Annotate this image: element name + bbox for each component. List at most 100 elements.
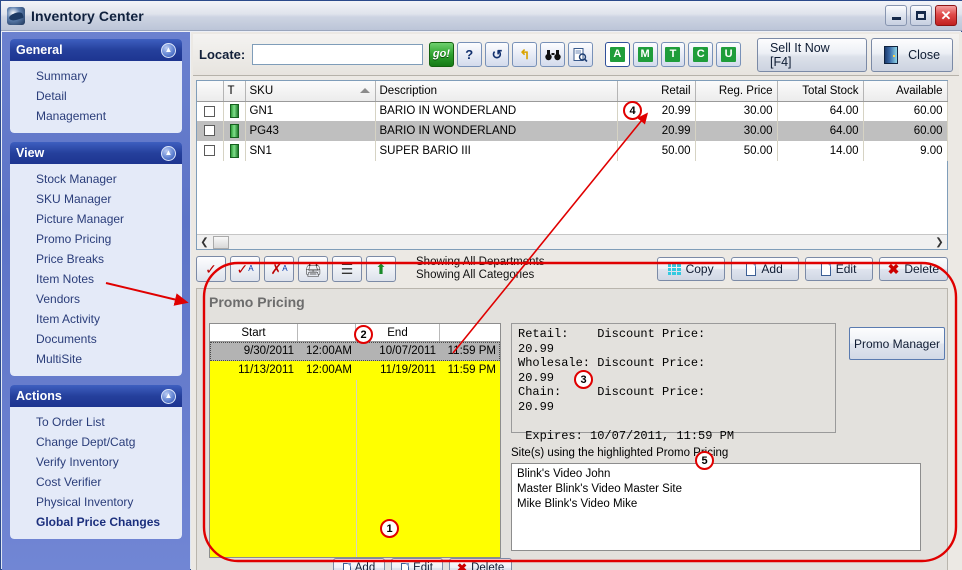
chevron-up-icon[interactable]: ▲ — [161, 388, 176, 404]
grid-horizontal-scrollbar[interactable]: ❮ ❯ — [197, 234, 947, 249]
go-button[interactable]: go! — [428, 42, 454, 67]
sidebar-item-verify-inventory[interactable]: Verify Inventory — [10, 452, 182, 472]
sidebar-item-documents[interactable]: Documents — [10, 329, 182, 349]
sidebar-item-stock-manager[interactable]: Stock Manager — [10, 169, 182, 189]
table-row[interactable]: GN1 BARIO IN WONDERLAND 20.99 30.00 64.0… — [197, 101, 948, 121]
sidebar-item-vendors[interactable]: Vendors — [10, 289, 182, 309]
sidebar-item-physical-inventory[interactable]: Physical Inventory — [10, 492, 182, 512]
inventory-grid[interactable]: T SKU Description Retail Reg. Price Tota… — [196, 80, 948, 250]
table-empty-row — [197, 161, 947, 223]
filter-a-label: A — [609, 47, 625, 62]
table-row[interactable]: PG43 BARIO IN WONDERLAND 20.99 30.00 64.… — [197, 121, 948, 141]
sites-list[interactable]: Blink's Video John Master Blink's Video … — [511, 463, 921, 551]
sidebar-item-management[interactable]: Management — [10, 106, 182, 126]
locate-input[interactable] — [252, 44, 423, 65]
add-button[interactable]: Add — [730, 257, 799, 281]
promo-start-time: 12:00AM — [305, 364, 352, 376]
export-icon[interactable]: ⬆ — [366, 256, 396, 282]
promo-pricing-title: Promo Pricing — [209, 294, 305, 310]
row-checkbox-cell[interactable] — [197, 141, 224, 161]
refresh-icon[interactable]: ↺ — [484, 42, 510, 67]
promo-col-start-time[interactable] — [298, 324, 356, 341]
sidebar-item-to-order-list[interactable]: To Order List — [10, 412, 182, 432]
promo-manager-button[interactable]: Promo Manager — [849, 327, 945, 360]
showing-status: Showing All Departments Showing All Cate… — [416, 256, 544, 282]
col-available[interactable]: Available — [863, 81, 948, 102]
scroll-thumb[interactable] — [213, 235, 229, 249]
sidebar-group-general-header[interactable]: General ▲ — [10, 39, 182, 61]
maximize-button[interactable] — [910, 5, 932, 26]
row-checkbox[interactable] — [204, 105, 216, 117]
chevron-up-icon[interactable]: ▲ — [161, 42, 176, 58]
sidebar-item-multisite[interactable]: MultiSite — [10, 349, 182, 369]
promo-list-item[interactable]: 11/13/2011 12:00AM 11/19/2011 11:59 PM — [210, 361, 500, 380]
binoculars-icon[interactable] — [540, 42, 566, 67]
filter-t-button[interactable]: T — [660, 42, 686, 67]
promo-delete-button[interactable]: ✖ Delete — [449, 558, 513, 570]
row-sku: GN1 — [245, 101, 376, 121]
row-description: BARIO IN WONDERLAND — [375, 121, 618, 141]
filter-a-button[interactable]: A — [604, 42, 630, 67]
help-icon[interactable]: ? — [456, 42, 482, 67]
print-preview-icon[interactable] — [568, 42, 593, 67]
col-type[interactable]: T — [223, 81, 246, 102]
col-description[interactable]: Description — [375, 81, 618, 102]
promo-list[interactable]: Start End 9/30/2011 12:00AM 10/07/2011 1… — [209, 323, 501, 558]
uncheck-all-icon[interactable]: ✗ A — [264, 256, 294, 282]
minimize-button[interactable] — [885, 5, 907, 26]
row-checkbox[interactable] — [204, 145, 216, 157]
col-retail[interactable]: Retail — [617, 81, 696, 102]
sidebar-item-sku-manager[interactable]: SKU Manager — [10, 189, 182, 209]
sidebar-item-global-price-changes[interactable]: Global Price Changes — [10, 512, 182, 532]
list-icon[interactable]: ☰ — [332, 256, 362, 282]
close-window-label: Close — [908, 47, 941, 62]
promo-col-end-time[interactable] — [440, 324, 500, 341]
delete-button[interactable]: ✖ Delete — [878, 257, 948, 281]
sidebar-item-summary[interactable]: Summary — [10, 66, 182, 86]
sidebar-item-picture-manager[interactable]: Picture Manager — [10, 209, 182, 229]
scroll-left-icon[interactable]: ❮ — [197, 235, 212, 249]
edit-button[interactable]: Edit — [804, 257, 873, 281]
print-icon[interactable]: 🖨 — [298, 256, 328, 282]
promo-edit-label: Edit — [413, 562, 433, 570]
scroll-right-icon[interactable]: ❯ — [932, 235, 947, 249]
col-select[interactable] — [197, 81, 224, 102]
promo-list-item[interactable]: 9/30/2011 12:00AM 10/07/2011 11:59 PM — [210, 342, 500, 361]
promo-edit-button[interactable]: Edit — [391, 558, 443, 570]
sidebar-group-view-header[interactable]: View ▲ — [10, 142, 182, 164]
sidebar-group-actions-header[interactable]: Actions ▲ — [10, 385, 182, 407]
close-window-button[interactable]: Close — [871, 37, 954, 72]
sidebar-group-view-body: Stock Manager SKU Manager Picture Manage… — [10, 164, 182, 376]
jump-arrow-icon[interactable]: ↰ — [512, 42, 538, 67]
col-sku-label: SKU — [249, 84, 274, 97]
sidebar-item-price-breaks[interactable]: Price Breaks — [10, 249, 182, 269]
promo-col-start[interactable]: Start — [210, 324, 298, 341]
sell-it-now-button[interactable]: Sell It Now [F4] — [756, 37, 868, 72]
sort-ascending-icon — [359, 88, 370, 93]
delete-label: Delete — [904, 262, 939, 276]
col-sku[interactable]: SKU — [245, 81, 376, 102]
copy-button[interactable]: Copy — [656, 257, 725, 281]
col-total-stock[interactable]: Total Stock — [777, 81, 864, 102]
check-icon[interactable]: ✓ — [196, 256, 226, 282]
sidebar-item-promo-pricing[interactable]: Promo Pricing — [10, 229, 182, 249]
sidebar-item-item-notes[interactable]: Item Notes — [10, 269, 182, 289]
check-all-icon[interactable]: ✓ A — [230, 256, 260, 282]
sidebar-group-actions-body: To Order List Change Dept/Catg Verify In… — [10, 407, 182, 539]
row-checkbox-cell[interactable] — [197, 101, 224, 121]
close-button[interactable]: ✕ — [935, 5, 957, 26]
filter-u-button[interactable]: U — [716, 42, 742, 67]
row-checkbox[interactable] — [204, 125, 216, 137]
filter-m-button[interactable]: M — [632, 42, 658, 67]
sidebar-item-detail[interactable]: Detail — [10, 86, 182, 106]
chevron-up-icon[interactable]: ▲ — [161, 145, 176, 161]
col-reg-price[interactable]: Reg. Price — [695, 81, 778, 102]
sidebar-item-item-activity[interactable]: Item Activity — [10, 309, 182, 329]
sidebar-item-change-dept-catg[interactable]: Change Dept/Catg — [10, 432, 182, 452]
filter-c-button[interactable]: C — [688, 42, 714, 67]
table-row[interactable]: SN1 SUPER BARIO III 50.00 50.00 14.00 9.… — [197, 141, 948, 161]
sidebar-item-cost-verifier[interactable]: Cost Verifier — [10, 472, 182, 492]
promo-add-button[interactable]: Add — [333, 558, 385, 570]
row-checkbox-cell[interactable] — [197, 121, 224, 141]
promo-end-time: 11:59 PM — [447, 364, 496, 376]
